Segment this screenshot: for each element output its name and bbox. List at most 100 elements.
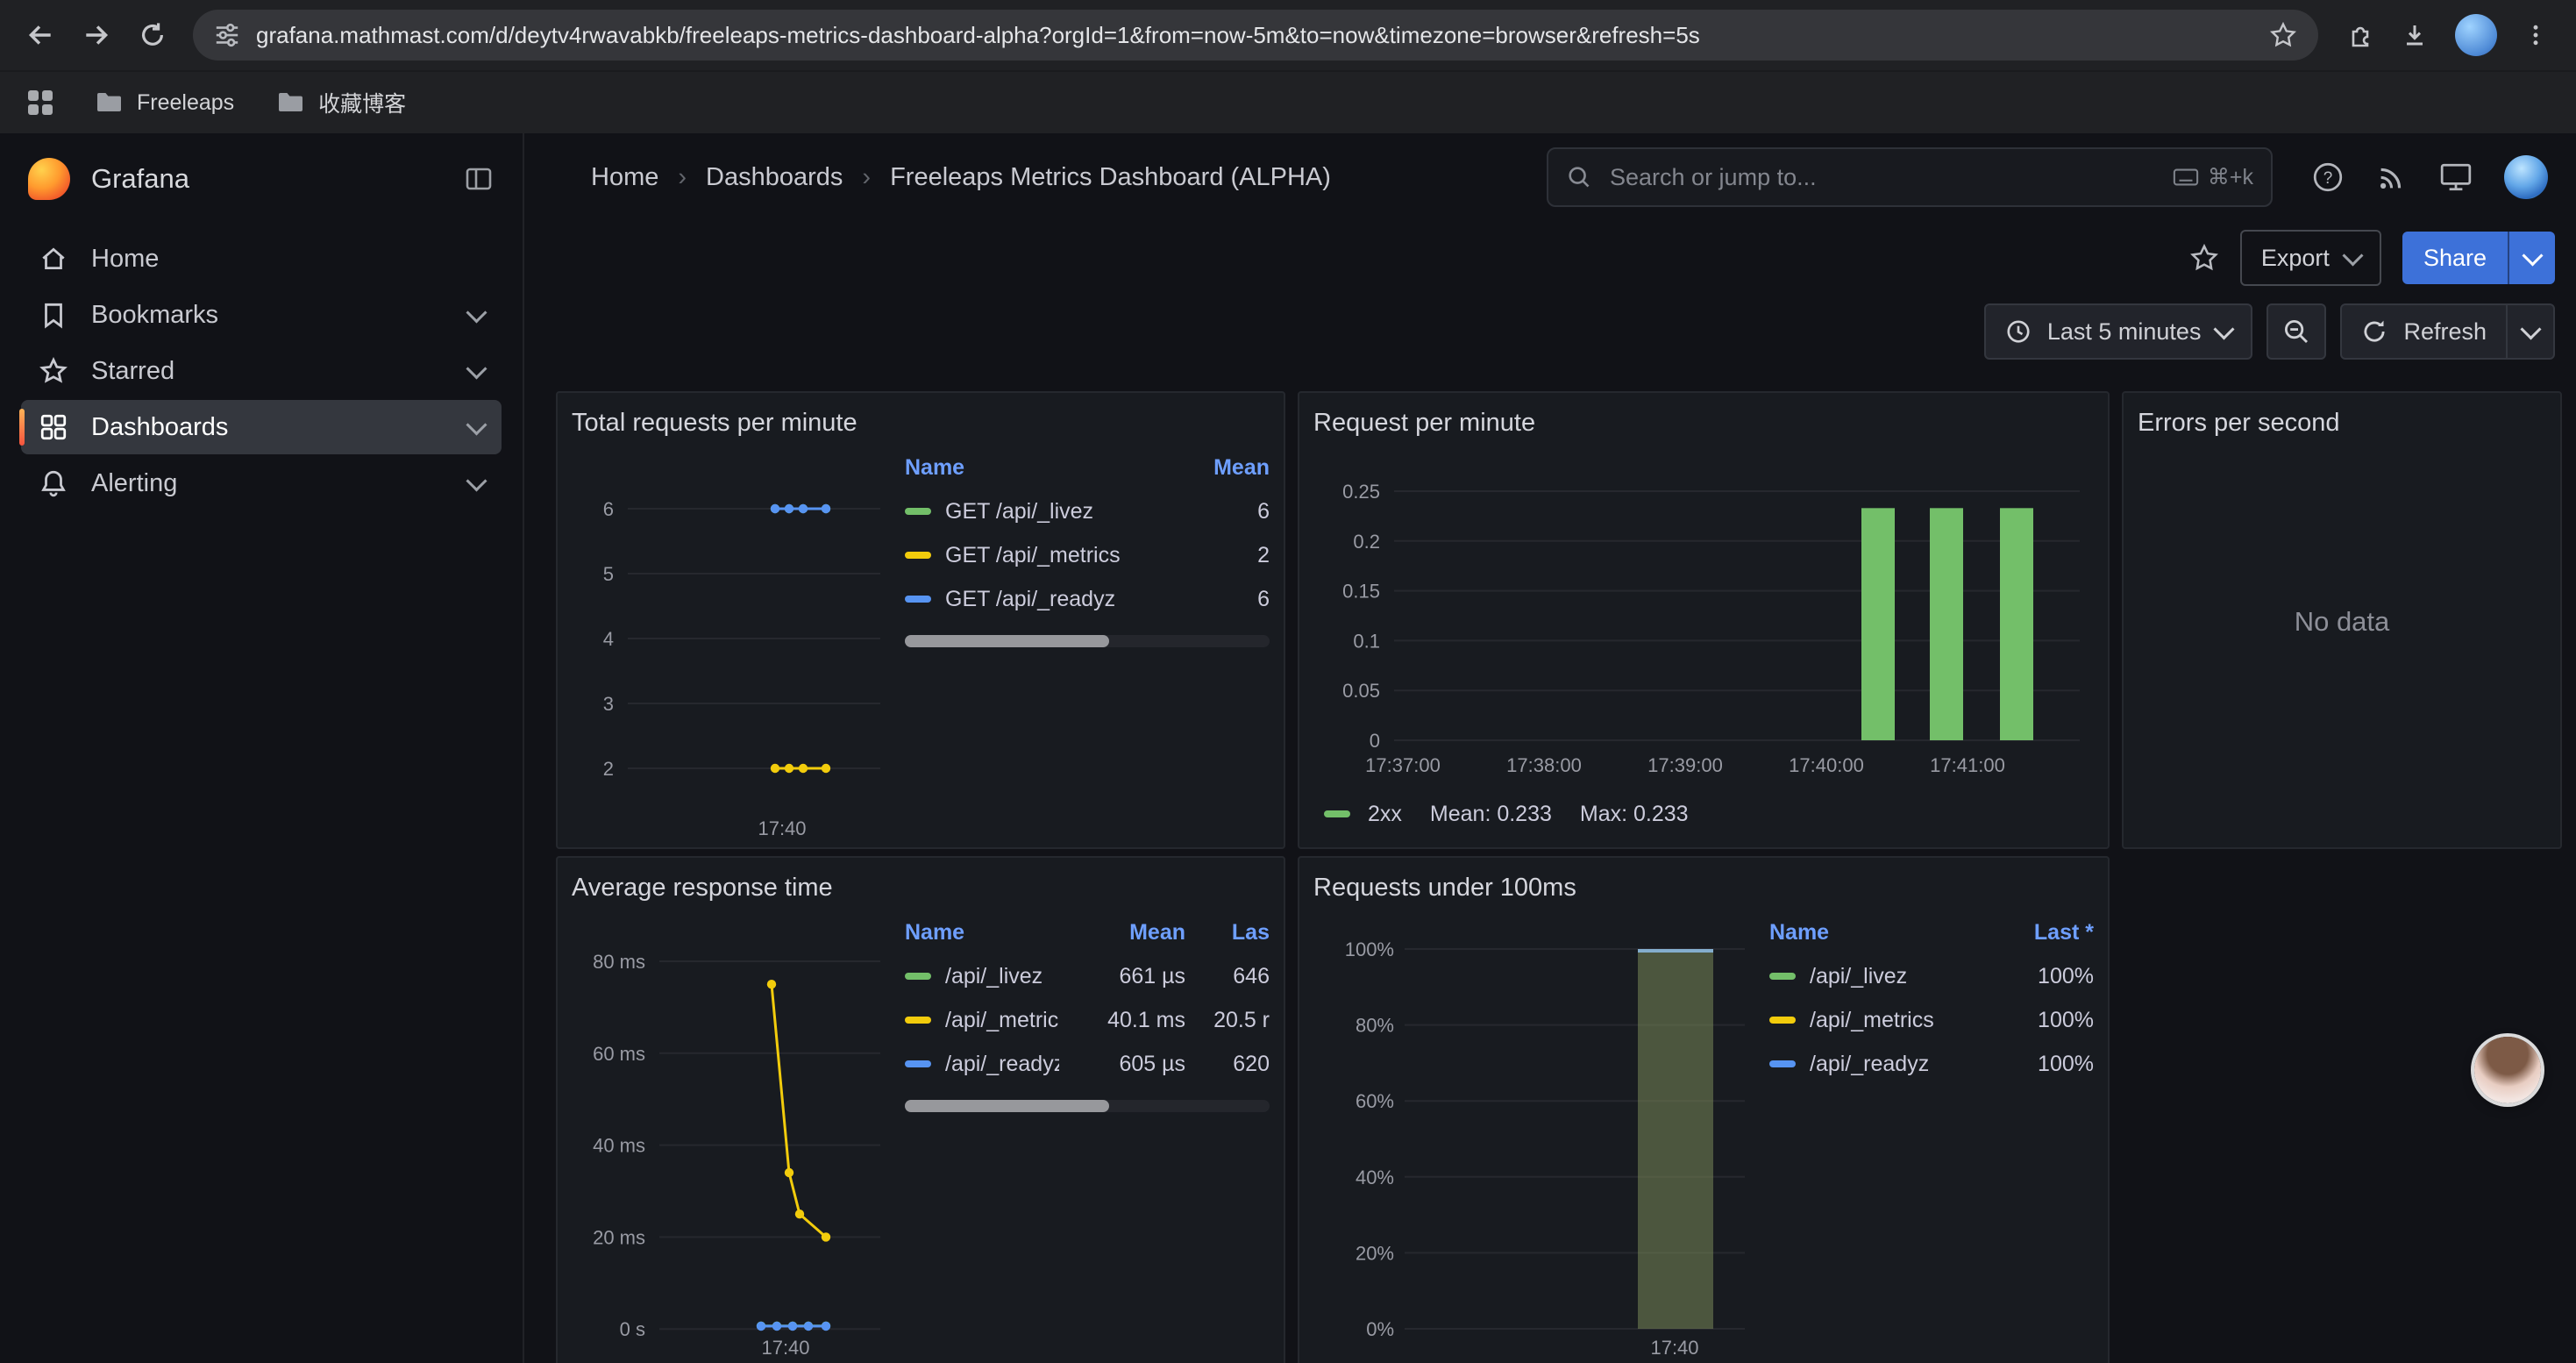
share-button-group: Share bbox=[2402, 232, 2555, 284]
legend-table: NameLast * /api/_livez 100% /api/_metrics10… bbox=[1769, 910, 2094, 1363]
sidebar-item-bookmarks[interactable]: Bookmarks bbox=[21, 288, 502, 342]
series-name[interactable]: GET /api/_readyz bbox=[945, 587, 1115, 612]
chevron-down-icon bbox=[466, 414, 487, 435]
user-avatar[interactable] bbox=[2504, 155, 2548, 199]
panel-title[interactable]: Errors per second bbox=[2138, 403, 2546, 442]
share-button[interactable]: Share bbox=[2402, 232, 2508, 284]
grafana-logo-icon[interactable] bbox=[28, 158, 70, 200]
legend-row[interactable]: GET /api/_readyz6 bbox=[905, 577, 1270, 621]
breadcrumb-home[interactable]: Home bbox=[591, 163, 658, 192]
sidebar-item-starred[interactable]: Starred bbox=[21, 344, 502, 398]
sidebar-item-label: Starred bbox=[91, 357, 174, 386]
favorite-star-button[interactable] bbox=[2189, 243, 2219, 273]
series-mean: Mean: 0.233 bbox=[1430, 802, 1552, 827]
series-color-dash bbox=[905, 508, 931, 515]
series-name[interactable]: /api/_livez bbox=[945, 964, 1042, 989]
legend-row[interactable]: /api/_readyz605 µs620 bbox=[905, 1042, 1270, 1086]
refresh-interval-button[interactable] bbox=[2506, 305, 2553, 358]
legend-header[interactable]: NameLast * bbox=[1769, 910, 2094, 954]
browser-toolbar: grafana.mathmast.com/d/deytv4rwavabkb/fr… bbox=[0, 0, 2576, 70]
series-last: 100% bbox=[1996, 964, 2094, 989]
time-range-picker[interactable]: Last 5 minutes bbox=[1984, 303, 2253, 360]
folder-icon bbox=[276, 90, 304, 115]
bookmark-label: 收藏博客 bbox=[318, 87, 406, 118]
refresh-icon bbox=[2361, 318, 2387, 345]
panel-title[interactable]: Average response time bbox=[572, 868, 1270, 907]
panel-title[interactable]: Request per minute bbox=[1313, 403, 2094, 442]
apps-grid-icon[interactable] bbox=[28, 90, 53, 115]
legend-row[interactable]: /api/_livez 100% bbox=[1769, 954, 2094, 998]
sidebar-item-alerting[interactable]: Alerting bbox=[21, 456, 502, 510]
svg-text:0.05: 0.05 bbox=[1342, 680, 1380, 702]
grafana-sidebar: Grafana Home Bookmarks Starred bbox=[0, 133, 524, 1363]
legend-row[interactable]: /api/_metrics40.1 ms20.5 r bbox=[905, 998, 1270, 1042]
panel-title[interactable]: Total requests per minute bbox=[572, 403, 1270, 442]
legend-row[interactable]: /api/_metrics100% bbox=[1769, 998, 2094, 1042]
panel-total-requests-per-minute: Total requests per minute 6543217:40 Nam… bbox=[556, 391, 1285, 849]
legend-line[interactable]: 2xx Mean: 0.233 Max: 0.233 bbox=[1313, 795, 2094, 833]
bookmark-folder-blogs[interactable]: 收藏博客 bbox=[276, 87, 406, 118]
search-box[interactable]: ⌘+k bbox=[1547, 147, 2273, 207]
svg-text:17:39:00: 17:39:00 bbox=[1647, 754, 1723, 776]
floating-assistant-avatar[interactable] bbox=[2474, 1037, 2541, 1103]
extensions-puzzle-icon[interactable] bbox=[2346, 21, 2374, 49]
legend-header[interactable]: NameMean bbox=[905, 446, 1270, 489]
bookmark-star-icon[interactable] bbox=[2269, 21, 2297, 49]
site-settings-tune-icon[interactable] bbox=[214, 22, 240, 48]
series-name[interactable]: /api/_readyz bbox=[1810, 1052, 1929, 1077]
bell-icon bbox=[39, 468, 68, 498]
breadcrumb-dashboards[interactable]: Dashboards bbox=[706, 163, 843, 192]
svg-text:17:37:00: 17:37:00 bbox=[1365, 754, 1441, 776]
url-bar[interactable]: grafana.mathmast.com/d/deytv4rwavabkb/fr… bbox=[193, 10, 2318, 61]
bookmark-label: Freeleaps bbox=[137, 90, 234, 116]
browser-profile-avatar[interactable] bbox=[2455, 14, 2497, 56]
chevron-down-icon bbox=[466, 470, 487, 491]
url-text[interactable]: grafana.mathmast.com/d/deytv4rwavabkb/fr… bbox=[256, 22, 2253, 49]
zoom-out-button[interactable] bbox=[2266, 303, 2326, 360]
series-color-dash bbox=[905, 1017, 931, 1024]
bookmark-folder-freeleaps[interactable]: Freeleaps bbox=[95, 90, 234, 116]
panel-requests-under-100ms: Requests under 100ms 100%80%60%40%20%0%1… bbox=[1298, 856, 2110, 1363]
series-name[interactable]: GET /api/_livez bbox=[945, 499, 1093, 525]
sidebar-item-home[interactable]: Home bbox=[21, 232, 502, 286]
svg-text:0 s: 0 s bbox=[620, 1318, 645, 1340]
share-menu-button[interactable] bbox=[2508, 232, 2555, 284]
legend-scrollbar[interactable] bbox=[905, 635, 1270, 647]
series-name[interactable]: /api/_livez bbox=[1810, 964, 1907, 989]
back-button[interactable] bbox=[14, 9, 67, 61]
legend-scrollbar[interactable] bbox=[905, 1100, 1270, 1112]
keyboard-icon bbox=[2173, 168, 2199, 187]
svg-text:17:40:00: 17:40:00 bbox=[1789, 754, 1864, 776]
legend-row[interactable]: /api/_readyz100% bbox=[1769, 1042, 2094, 1086]
panel-title[interactable]: Requests under 100ms bbox=[1313, 868, 2094, 907]
sidebar-item-dashboards[interactable]: Dashboards bbox=[21, 400, 502, 454]
breadcrumb-current[interactable]: Freeleaps Metrics Dashboard (ALPHA) bbox=[890, 163, 1331, 192]
sidebar-collapse-icon[interactable] bbox=[463, 163, 495, 195]
requests-under-100ms-chart[interactable]: 100%80%60%40%20%0%17:40 bbox=[1313, 910, 1752, 1363]
search-input[interactable] bbox=[1606, 162, 2159, 193]
refresh-button[interactable]: Refresh bbox=[2342, 305, 2506, 358]
series-name[interactable]: /api/_metrics bbox=[945, 1008, 1059, 1033]
sidebar-item-label: Dashboards bbox=[91, 413, 228, 442]
series-name[interactable]: GET /api/_metrics bbox=[945, 543, 1121, 568]
legend-row[interactable]: GET /api/_metrics2 bbox=[905, 533, 1270, 577]
monitor-icon[interactable] bbox=[2439, 161, 2473, 193]
request-per-minute-chart[interactable]: 0.250.20.150.10.05017:37:0017:38:0017:39… bbox=[1313, 446, 2092, 789]
browser-menu-icon[interactable] bbox=[2523, 21, 2548, 49]
legend-header[interactable]: NameMeanLas bbox=[905, 910, 1270, 954]
series-name[interactable]: /api/_readyz bbox=[945, 1052, 1059, 1077]
downloads-icon[interactable] bbox=[2401, 21, 2429, 49]
series-name[interactable]: /api/_metrics bbox=[1810, 1008, 1934, 1033]
average-response-time-chart[interactable]: 80 ms60 ms40 ms20 ms0 s17:40 bbox=[572, 910, 887, 1363]
legend-row[interactable]: GET /api/_livez6 bbox=[905, 489, 1270, 533]
legend-table: NameMeanGET /api/_livez6GET /api/_metric… bbox=[905, 446, 1270, 844]
series-name[interactable]: 2xx bbox=[1368, 802, 1402, 827]
reload-button[interactable] bbox=[126, 9, 179, 61]
export-button[interactable]: Export bbox=[2240, 230, 2381, 286]
svg-text:17:41:00: 17:41:00 bbox=[1930, 754, 2005, 776]
total-requests-chart[interactable]: 6543217:40 bbox=[572, 446, 887, 844]
legend-row[interactable]: /api/_livez661 µs646 bbox=[905, 954, 1270, 998]
help-icon[interactable]: ? bbox=[2311, 161, 2345, 194]
forward-button[interactable] bbox=[70, 9, 123, 61]
news-rss-icon[interactable] bbox=[2376, 161, 2408, 193]
